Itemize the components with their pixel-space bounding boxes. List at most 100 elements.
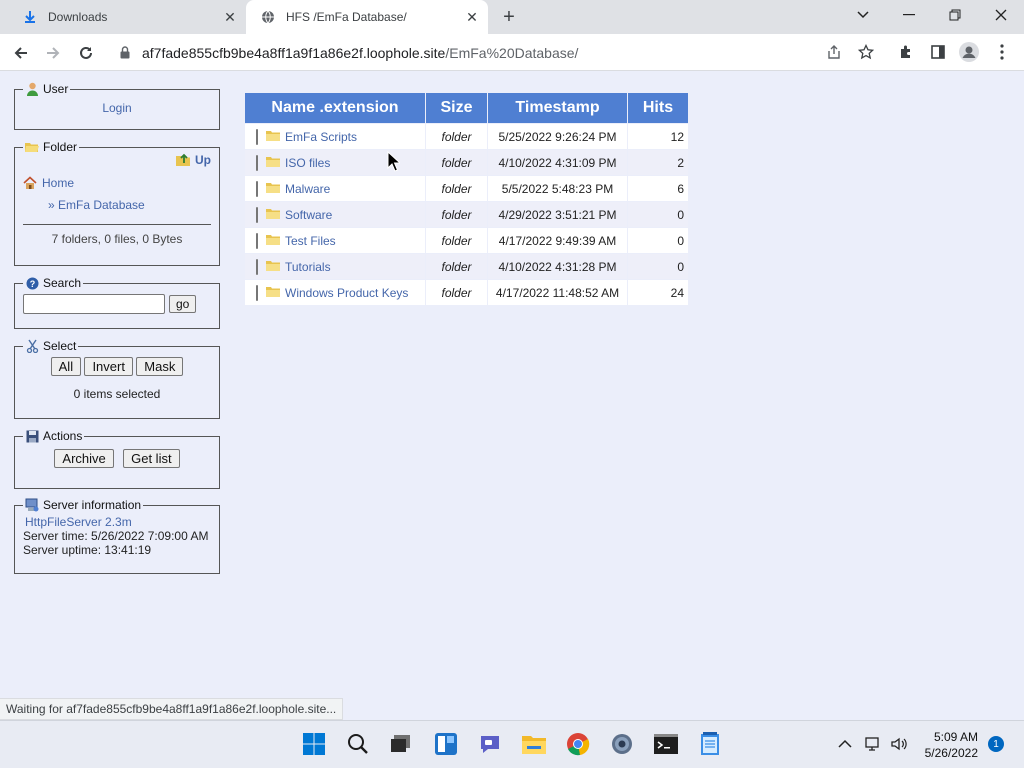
folder-link[interactable]: Malware (285, 182, 330, 196)
floppy-disk-icon (25, 429, 39, 443)
up-arrow-icon (175, 152, 192, 170)
table-header-row: Name .extension Size Timestamp Hits (245, 93, 688, 123)
file-explorer-icon[interactable] (521, 731, 547, 757)
network-icon[interactable] (860, 731, 886, 757)
menu-kebab-icon[interactable] (992, 42, 1012, 62)
notification-badge[interactable]: 1 (988, 736, 1004, 752)
back-icon[interactable] (8, 40, 34, 66)
select-all-button[interactable]: All (50, 357, 82, 376)
mask-button[interactable]: Mask (136, 357, 184, 376)
address-bar[interactable]: af7fade855cfb9be4a8ff1a9f1a86e2f.loophol… (110, 38, 886, 67)
hfs-version-link[interactable]: HttpFileServer 2.3m (23, 515, 211, 529)
terminal-icon[interactable] (653, 731, 679, 757)
table-row[interactable]: Malware folder 5/5/2022 5:48:23 PM 6 (245, 176, 688, 201)
header-name[interactable]: Name .extension (245, 93, 425, 123)
hfs-page: User Login Folder Up Home » EmFa Databas… (0, 72, 1024, 720)
minimize-icon[interactable] (886, 0, 932, 30)
folder-link[interactable]: ISO files (285, 156, 330, 170)
new-tab-icon[interactable]: + (498, 6, 520, 28)
name-cell: Malware (249, 180, 421, 197)
row-checkbox[interactable] (256, 206, 258, 223)
search-input[interactable] (23, 294, 165, 314)
folder-summary: 7 folders, 0 files, 0 Bytes (23, 224, 211, 246)
tab-downloads[interactable]: Downloads ✕ (8, 0, 246, 34)
folder-icon (266, 182, 280, 193)
windows-start-icon[interactable] (301, 731, 327, 757)
header-timestamp[interactable]: Timestamp (488, 93, 627, 123)
timestamp-cell: 5/25/2022 9:26:24 PM (488, 124, 627, 149)
folder-link[interactable]: Test Files (285, 234, 336, 248)
row-checkbox[interactable] (256, 128, 258, 145)
table-row[interactable]: Tutorials folder 4/10/2022 4:31:28 PM 0 (245, 254, 688, 279)
row-checkbox[interactable] (256, 154, 258, 171)
select-legend: Select (43, 339, 77, 353)
size-cell: folder (426, 254, 487, 279)
close-icon[interactable]: ✕ (222, 9, 238, 25)
chrome-icon[interactable] (565, 731, 591, 757)
table-row[interactable]: Test Files folder 4/17/2022 9:49:39 AM 0 (245, 228, 688, 253)
tab-strip: Downloads ✕ HFS /EmFa Database/ ✕ + (0, 0, 1024, 34)
header-hits[interactable]: Hits (628, 93, 688, 123)
row-checkbox[interactable] (256, 180, 258, 197)
status-bubble: Waiting for af7fade855cfb9be4a8ff1a9f1a8… (0, 698, 344, 720)
folder-icon (266, 234, 280, 245)
task-view-icon[interactable] (388, 731, 414, 757)
row-checkbox[interactable] (256, 284, 258, 301)
restore-icon[interactable] (932, 0, 978, 30)
folder-link[interactable]: Tutorials (285, 260, 331, 274)
folder-link[interactable]: Software (285, 208, 332, 222)
search-icon[interactable] (345, 731, 371, 757)
globe-icon (260, 9, 276, 25)
close-icon[interactable]: ✕ (464, 9, 480, 25)
folder-link[interactable]: Windows Product Keys (285, 286, 408, 300)
get-list-button[interactable]: Get list (123, 449, 180, 468)
hits-cell: 24 (628, 280, 688, 305)
close-window-icon[interactable] (978, 0, 1024, 30)
size-cell: folder (426, 202, 487, 227)
folder-link[interactable]: EmFa Scripts (285, 130, 357, 144)
table-row[interactable]: Software folder 4/29/2022 3:51:21 PM 0 (245, 202, 688, 227)
table-row[interactable]: ISO files folder 4/10/2022 4:31:09 PM 2 (245, 150, 688, 175)
chevron-up-icon[interactable] (832, 731, 858, 757)
system-clock[interactable]: 5:09 AM 5/26/2022 (925, 729, 978, 761)
home-link[interactable]: Home (23, 176, 211, 190)
header-size[interactable]: Size (426, 93, 487, 123)
settings-gear-icon[interactable] (609, 731, 635, 757)
forward-icon[interactable] (40, 40, 66, 66)
tab-search-icon[interactable] (840, 0, 886, 30)
row-checkbox[interactable] (256, 232, 258, 249)
timestamp-cell: 5/5/2022 5:48:23 PM (488, 176, 627, 201)
volume-icon[interactable] (886, 731, 912, 757)
tab-hfs[interactable]: HFS /EmFa Database/ ✕ (246, 0, 488, 34)
server-info-panel: Server information HttpFileServer 2.3m S… (14, 498, 220, 574)
current-folder-link[interactable]: » EmFa Database (48, 198, 211, 212)
share-icon[interactable] (824, 42, 844, 62)
scissors-icon (25, 339, 39, 353)
lock-icon (118, 46, 132, 60)
folder-legend: Folder (43, 140, 78, 154)
extensions-icon[interactable] (896, 42, 916, 62)
folder-icon (266, 286, 280, 297)
invert-selection-button[interactable]: Invert (84, 357, 133, 376)
widgets-icon[interactable] (433, 731, 459, 757)
notepad-icon[interactable] (697, 731, 723, 757)
table-row[interactable]: EmFa Scripts folder 5/25/2022 9:26:24 PM 12 (245, 124, 688, 149)
search-panel: ? Search go (14, 276, 220, 329)
bookmark-star-icon[interactable] (856, 42, 876, 62)
up-link[interactable]: Up (23, 152, 211, 170)
size-cell: folder (426, 228, 487, 253)
chat-icon[interactable] (477, 731, 503, 757)
search-go-button[interactable]: go (169, 295, 197, 313)
reload-icon[interactable] (73, 40, 99, 66)
table-row[interactable]: Windows Product Keys folder 4/17/2022 11:4… (245, 280, 688, 305)
login-link[interactable]: Login (102, 101, 131, 115)
url-text: af7fade855cfb9be4a8ff1a9f1a86e2f.loophol… (142, 44, 579, 61)
profile-avatar-icon[interactable] (959, 42, 979, 62)
side-panel-icon[interactable] (928, 42, 948, 62)
clock-date: 5/26/2022 (924, 746, 978, 760)
archive-button[interactable]: Archive (54, 449, 114, 468)
timestamp-cell: 4/17/2022 11:48:52 AM (488, 280, 627, 305)
size-cell: folder (426, 150, 487, 175)
user-icon (25, 82, 39, 96)
row-checkbox[interactable] (256, 258, 258, 275)
